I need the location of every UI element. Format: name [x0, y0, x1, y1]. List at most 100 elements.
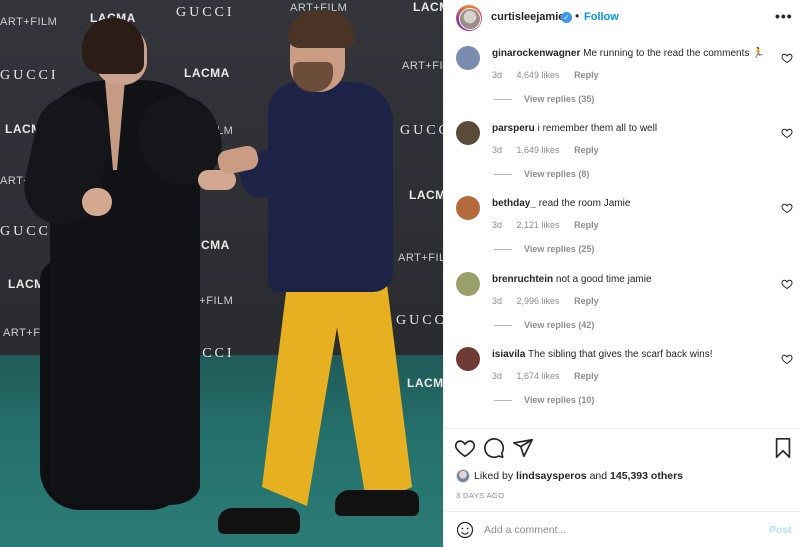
replies-divider: [494, 99, 512, 101]
commenter-username[interactable]: isiavila: [492, 349, 525, 360]
reply-button[interactable]: Reply: [574, 70, 599, 80]
comment-item: parsperu i remember them all to well 3d …: [444, 113, 800, 188]
comment-item: ginarockenwagner Me running to the read …: [444, 38, 800, 113]
commenter-avatar[interactable]: [456, 347, 480, 371]
comment-bubble-icon[interactable]: [483, 437, 505, 459]
backdrop-logo: LACMA: [413, 0, 443, 14]
backdrop-logo: ART+FILM: [0, 16, 58, 28]
comment-like-heart-icon[interactable]: [781, 202, 793, 214]
comment-item: brenruchtein not a good time jamie 3d 2,…: [444, 264, 800, 339]
comment-body: The sibling that gives the scarf back wi…: [527, 349, 713, 360]
view-replies-button[interactable]: View replies (8): [494, 169, 589, 179]
woman-left-hand: [82, 188, 112, 216]
comment-age: 3d: [492, 70, 503, 80]
comment-age: 3d: [492, 371, 503, 381]
backdrop-logo: ART+FILM: [402, 60, 443, 72]
post-photo[interactable]: ART+FILM LACMA GUCCI ART+FILM LACMA GUCC…: [0, 0, 443, 547]
post-actions: Liked by lindsaysperos and 145,393 other…: [444, 428, 800, 546]
comment-like-heart-icon[interactable]: [781, 353, 793, 365]
backdrop-logo: ART+FILM: [398, 252, 443, 264]
comment-meta: 3d 4,649 likes Reply: [492, 70, 611, 80]
backdrop-logo: GUCCI: [176, 5, 235, 20]
comment-item: bethday_ read the room Jamie 3d 2,121 li…: [444, 188, 800, 263]
comment-like-heart-icon[interactable]: [781, 278, 793, 290]
comment-likes[interactable]: 1,674 likes: [517, 371, 560, 381]
commenter-avatar[interactable]: [456, 121, 480, 145]
comment-like-heart-icon[interactable]: [781, 52, 793, 64]
view-replies-button[interactable]: View replies (25): [494, 244, 594, 254]
comment-text: parsperu i remember them all to well: [492, 122, 772, 136]
comment-meta: 3d 2,996 likes Reply: [492, 296, 611, 306]
likes-summary: Liked by lindsaysperos and 145,393 other…: [456, 469, 683, 483]
comment-likes[interactable]: 2,996 likes: [517, 296, 560, 306]
separator-dot: •: [575, 9, 580, 23]
comment-age: 3d: [492, 296, 503, 306]
comment-item: isiavila The sibling that gives the scar…: [444, 339, 800, 414]
more-options-icon[interactable]: •••: [775, 8, 793, 24]
post-comment-button[interactable]: Post: [769, 524, 792, 536]
comment-likes[interactable]: 1,649 likes: [517, 145, 560, 155]
comment-meta: 3d 1,649 likes Reply: [492, 145, 611, 155]
reply-button[interactable]: Reply: [574, 296, 599, 306]
comment-text: brenruchtein not a good time jamie: [492, 273, 772, 287]
view-replies-label: View replies (25): [524, 244, 595, 254]
commenter-avatar[interactable]: [456, 196, 480, 220]
comment-text: ginarockenwagner Me running to the read …: [492, 47, 772, 61]
add-comment-input[interactable]: [484, 522, 744, 538]
add-comment-row: Post: [444, 511, 800, 547]
verified-badge-icon: ✓: [561, 12, 572, 23]
view-replies-label: View replies (35): [524, 94, 595, 104]
liker-avatar[interactable]: [456, 469, 470, 483]
post-header: curtisleejamie ✓ • Follow •••: [444, 0, 800, 38]
reply-button[interactable]: Reply: [574, 371, 599, 381]
woman-hair: [82, 18, 144, 74]
comment-body: not a good time jamie: [555, 274, 652, 285]
view-replies-label: View replies (8): [524, 169, 590, 179]
replies-divider: [494, 325, 512, 327]
view-replies-button[interactable]: View replies (42): [494, 320, 594, 330]
replies-divider: [494, 174, 512, 176]
view-replies-label: View replies (42): [524, 320, 595, 330]
liked-by-and: and: [589, 469, 608, 482]
comment-body: i remember them all to well: [537, 123, 658, 134]
comment-like-heart-icon[interactable]: [781, 127, 793, 139]
comment-age: 3d: [492, 145, 503, 155]
comment-likes[interactable]: 2,121 likes: [517, 220, 560, 230]
liked-by-user[interactable]: lindsaysperos: [516, 470, 587, 482]
follow-button[interactable]: Follow: [584, 11, 619, 23]
author-avatar[interactable]: [456, 5, 482, 31]
view-replies-button[interactable]: View replies (35): [494, 94, 594, 104]
liked-by-others[interactable]: 145,393 others: [610, 470, 683, 482]
reply-button[interactable]: Reply: [574, 145, 599, 155]
view-replies-button[interactable]: View replies (10): [494, 395, 594, 405]
emoji-icon[interactable]: [456, 521, 474, 539]
commenter-avatar[interactable]: [456, 272, 480, 296]
share-paper-plane-icon[interactable]: [512, 437, 534, 459]
comments-list[interactable]: ginarockenwagner Me running to the read …: [444, 38, 800, 428]
post-timestamp[interactable]: 3 DAYS AGO: [456, 491, 504, 500]
author-username[interactable]: curtisleejamie: [491, 11, 564, 23]
comment-body: Me running to the read the comments 🏃: [583, 48, 765, 59]
replies-divider: [494, 400, 512, 402]
comment-likes[interactable]: 4,649 likes: [517, 70, 560, 80]
commenter-username[interactable]: parsperu: [492, 123, 535, 134]
commenter-username[interactable]: brenruchtein: [492, 274, 553, 285]
backdrop-logo: LACMA: [184, 66, 230, 80]
commenter-avatar[interactable]: [456, 46, 480, 70]
like-heart-icon[interactable]: [454, 437, 476, 459]
comment-meta: 3d 2,121 likes Reply: [492, 220, 611, 230]
commenter-username[interactable]: bethday_: [492, 198, 536, 209]
comment-meta: 3d 1,674 likes Reply: [492, 371, 611, 381]
backdrop-logo: LACMA: [407, 376, 443, 390]
post-side-panel: curtisleejamie ✓ • Follow ••• ginarocken…: [443, 0, 800, 547]
comment-age: 3d: [492, 220, 503, 230]
commenter-username[interactable]: ginarockenwagner: [492, 48, 580, 59]
comment-text: bethday_ read the room Jamie: [492, 197, 772, 211]
view-replies-label: View replies (10): [524, 395, 595, 405]
save-bookmark-icon[interactable]: [772, 437, 794, 459]
comment-body: read the room Jamie: [538, 198, 631, 209]
man-hair: [288, 10, 354, 48]
man-right-shoe: [335, 490, 419, 516]
reply-button[interactable]: Reply: [574, 220, 599, 230]
backdrop-logo: GUCCI: [400, 123, 443, 138]
